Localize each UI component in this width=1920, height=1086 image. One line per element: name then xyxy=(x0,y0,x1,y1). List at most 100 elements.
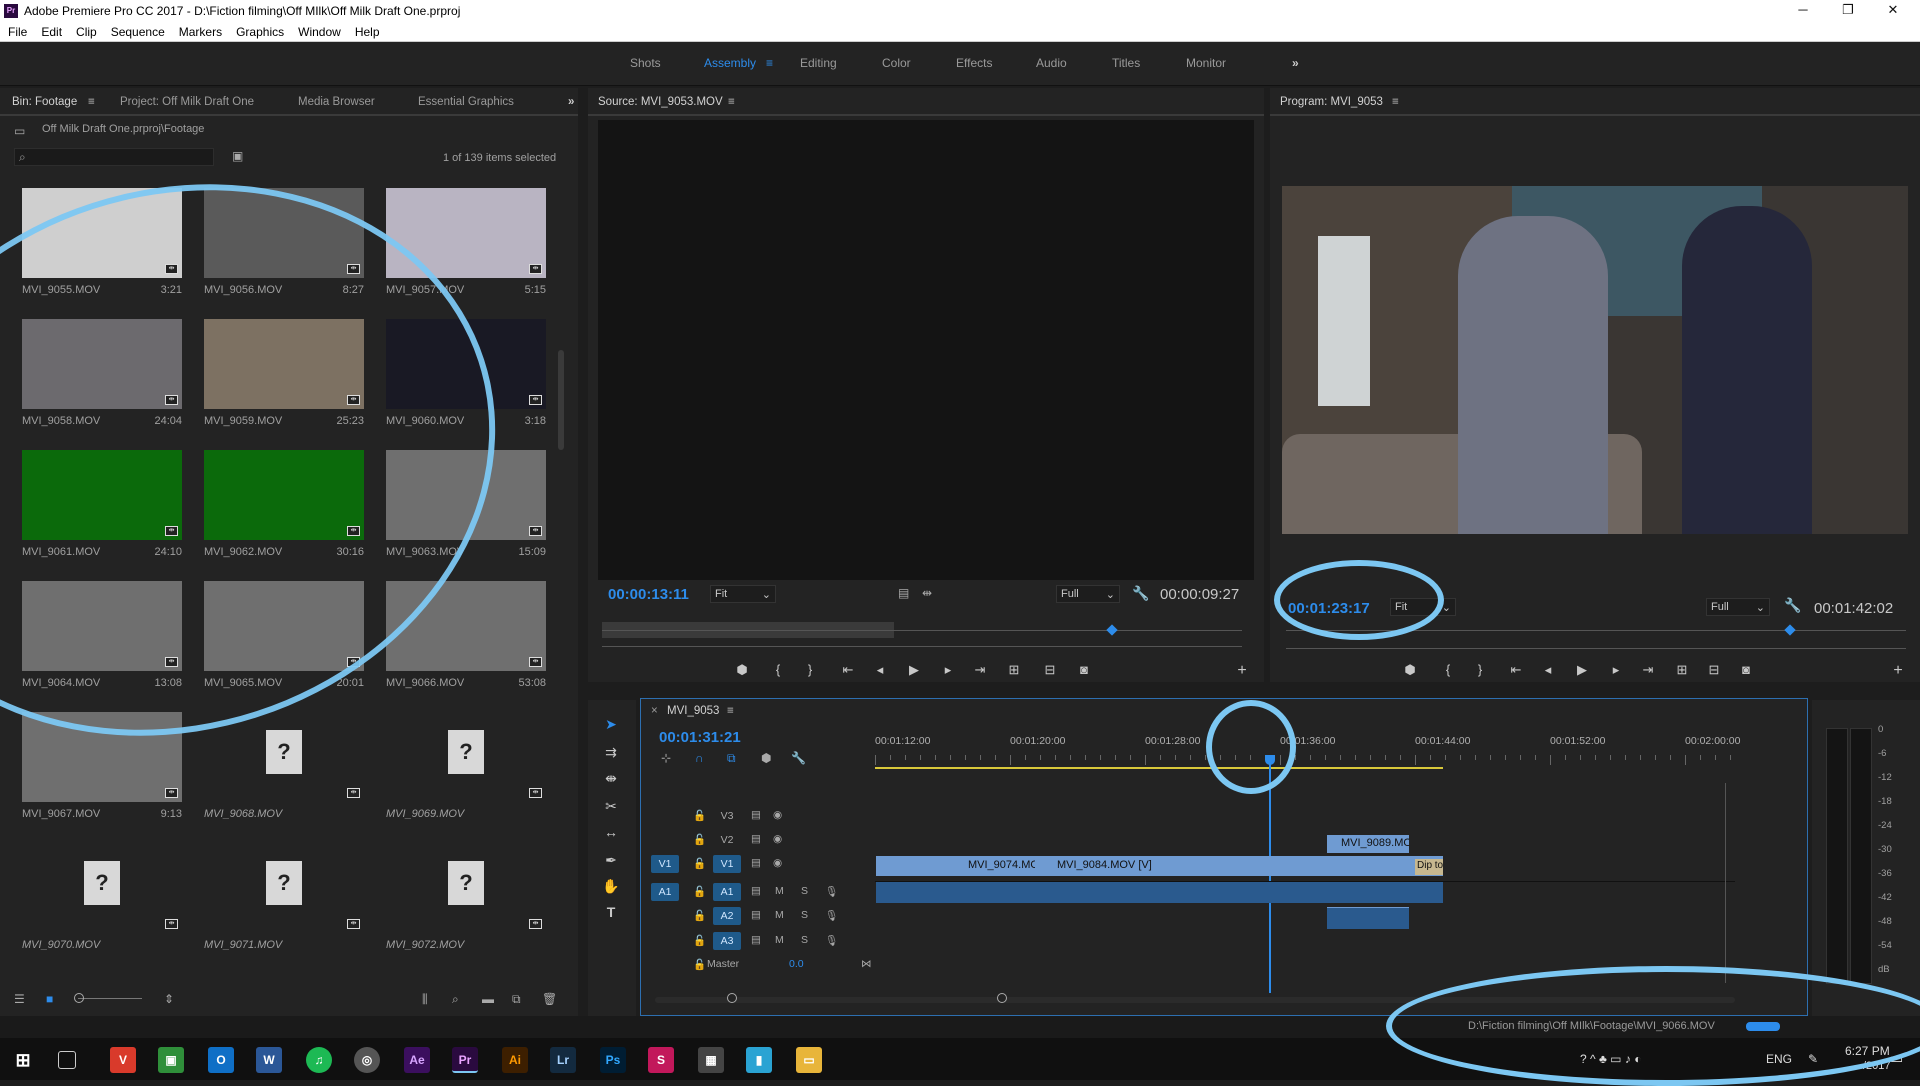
workspace-color[interactable]: Color xyxy=(882,56,911,70)
zoom-slider-handle[interactable] xyxy=(74,993,84,1003)
new-item-icon[interactable]: ⧉ xyxy=(512,992,521,1007)
eye-icon[interactable]: ◉ xyxy=(773,833,782,845)
playhead-handle[interactable] xyxy=(1265,755,1275,765)
sync-icon[interactable]: ▤ xyxy=(751,857,761,869)
spotify-icon[interactable]: ♫ xyxy=(306,1047,332,1073)
clip-thumbnail[interactable]: ? ⇹ xyxy=(386,843,546,933)
clip-mvi-9084-video[interactable]: MVI_9084.MOV [V] xyxy=(1035,856,1443,876)
sort-icon[interactable]: ⇕ xyxy=(164,992,174,1006)
program-menu-icon[interactable]: ≡ xyxy=(1392,96,1399,108)
source-monitor-tab[interactable]: Source: MVI_9053.MOV xyxy=(598,96,723,108)
source-quality-select[interactable]: Full ⌄ xyxy=(1056,585,1120,603)
pen-icon[interactable]: ✎ xyxy=(1808,1052,1818,1066)
source-zoom-select[interactable]: Fit ⌄ xyxy=(710,585,776,603)
transition-dip-to-black[interactable]: Dip to xyxy=(1415,859,1443,875)
app-green-icon[interactable]: ▣ xyxy=(158,1047,184,1073)
lock-icon[interactable]: 🔓 xyxy=(693,857,706,870)
find-icon[interactable]: ⌕ xyxy=(452,992,459,1007)
pen-tool-icon[interactable]: ✒ xyxy=(602,852,620,869)
timeline-menu-icon[interactable]: ≡ xyxy=(727,705,734,717)
program-video-frame[interactable] xyxy=(1282,186,1908,534)
trash-icon[interactable]: 🗑 xyxy=(542,992,557,1006)
mute-button[interactable]: M xyxy=(775,909,784,921)
menu-clip[interactable]: Clip xyxy=(76,22,97,39)
app-grid-icon[interactable]: ▦ xyxy=(698,1047,724,1073)
program-quality-select[interactable]: Full ⌄ xyxy=(1706,598,1770,616)
snap-icon[interactable]: ∩ xyxy=(695,751,704,765)
new-search-bin-icon[interactable]: ▣ xyxy=(232,149,243,163)
clip-thumbnail[interactable]: ⇹ xyxy=(204,319,364,409)
clip-thumbnail[interactable]: ⇹ xyxy=(22,581,182,671)
search-input[interactable]: ⌕ xyxy=(14,148,214,166)
system-tray-icons[interactable]: ? ^ ♣ ▭ ♪ ◐ xyxy=(1580,1052,1641,1066)
program-zoom-bar[interactable] xyxy=(1286,648,1906,649)
clip-thumbnail[interactable]: ⇹ xyxy=(386,319,546,409)
workspace-audio[interactable]: Audio xyxy=(1036,56,1067,70)
clip-mvi-9089[interactable]: MVI_9089.MOV xyxy=(1327,835,1409,853)
lightroom-icon[interactable]: Lr xyxy=(550,1047,576,1073)
menu-edit[interactable]: Edit xyxy=(41,22,62,39)
source-time-ruler[interactable] xyxy=(602,630,1242,631)
track-a3-label[interactable]: A3 xyxy=(713,932,741,950)
go-to-out-icon[interactable]: ⇥ xyxy=(970,662,990,678)
source-menu-icon[interactable]: ≡ xyxy=(728,96,735,108)
type-tool-icon[interactable]: T xyxy=(602,904,620,920)
source-video-frame[interactable] xyxy=(598,120,1254,580)
insert-icon[interactable]: ⊞ xyxy=(1004,662,1024,678)
tab-project[interactable]: Project: Off Milk Draft One xyxy=(120,96,254,108)
go-to-in-icon[interactable]: ⇤ xyxy=(1506,662,1526,678)
menu-markers[interactable]: Markers xyxy=(179,22,222,39)
language-indicator[interactable]: ENG xyxy=(1766,1052,1792,1066)
nest-icon[interactable]: ⊹ xyxy=(661,751,671,765)
wrench-icon[interactable]: 🔧 xyxy=(791,751,806,765)
workspace-assembly[interactable]: Assembly xyxy=(704,56,756,70)
tab-media-browser[interactable]: Media Browser xyxy=(298,96,375,108)
lift-icon[interactable]: ⊞ xyxy=(1672,662,1692,678)
clip-thumbnail[interactable]: ⇹ xyxy=(386,581,546,671)
slip-tool-icon[interactable]: ↔ xyxy=(602,824,620,840)
workspace-effects[interactable]: Effects xyxy=(956,56,992,70)
play-icon[interactable]: ▶ xyxy=(1572,662,1592,678)
scroll-handle-left[interactable] xyxy=(727,993,737,1003)
source-zoom-bar[interactable] xyxy=(602,646,1242,647)
clip-thumbnail[interactable]: ⇹ xyxy=(22,450,182,540)
outlook-icon[interactable]: O xyxy=(208,1047,234,1073)
clip-thumbnail[interactable]: ⇹ xyxy=(22,188,182,278)
timeline-timecode[interactable]: 00:01:31:21 xyxy=(659,729,741,746)
mute-button[interactable]: M xyxy=(775,885,784,897)
extract-icon[interactable]: ⊟ xyxy=(1704,662,1724,678)
wrench-icon[interactable]: 🔧 xyxy=(1132,585,1149,602)
audio-clip-a1[interactable] xyxy=(876,881,1443,903)
step-forward-icon[interactable]: ▸ xyxy=(1606,662,1626,678)
track-a1-label[interactable]: A1 xyxy=(713,883,741,901)
mute-button[interactable]: M xyxy=(775,934,784,946)
button-editor-icon[interactable]: + xyxy=(1232,662,1252,680)
project-scrollbar[interactable] xyxy=(558,350,564,450)
clip-thumbnail[interactable]: ? ⇹ xyxy=(204,843,364,933)
source-patch-v1[interactable]: V1 xyxy=(651,855,679,873)
export-frame-icon[interactable]: ◙ xyxy=(1736,662,1756,677)
track-v3-label[interactable]: V3 xyxy=(713,807,741,825)
workspace-monitor[interactable]: Monitor xyxy=(1186,56,1226,70)
illustrator-icon[interactable]: Ai xyxy=(502,1047,528,1073)
audio-clip-a2[interactable] xyxy=(1327,907,1409,929)
scroll-handle-right[interactable] xyxy=(997,993,1007,1003)
mark-out-icon[interactable]: } xyxy=(1470,662,1490,677)
mark-in-icon[interactable]: { xyxy=(768,662,788,677)
add-marker-icon[interactable]: ⬢ xyxy=(1400,662,1420,678)
razor-tool-icon[interactable]: ✂ xyxy=(602,798,620,815)
automate-to-sequence-icon[interactable]: ⫼ xyxy=(422,992,428,1007)
drag-audio-icon[interactable]: ⇹ xyxy=(922,586,932,600)
overwrite-icon[interactable]: ⊟ xyxy=(1040,662,1060,678)
program-timecode[interactable]: 00:01:23:17 xyxy=(1288,600,1370,617)
clip-thumbnail[interactable]: ⇹ xyxy=(204,188,364,278)
step-back-icon[interactable]: ◂ xyxy=(1538,662,1558,678)
bowtie-icon[interactable]: ⋈ xyxy=(861,958,872,970)
list-view-icon[interactable]: ☰ xyxy=(14,992,25,1006)
add-marker-icon[interactable]: ⬢ xyxy=(761,751,771,765)
zoom-slider[interactable] xyxy=(78,998,142,999)
program-zoom-select[interactable]: Fit ⌄ xyxy=(1390,598,1456,616)
sync-icon[interactable]: ▤ xyxy=(751,833,761,845)
lock-icon[interactable]: 🔓 xyxy=(693,809,706,822)
windows-start-icon[interactable]: ⊞ xyxy=(10,1047,36,1073)
